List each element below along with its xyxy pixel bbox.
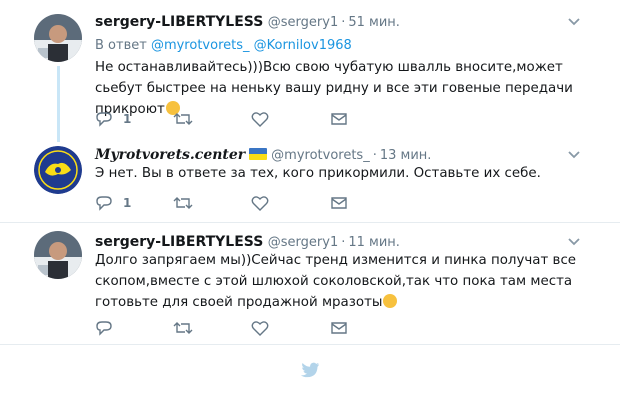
separator-dot: · [341, 235, 346, 250]
user-name[interactable]: sergery-LIBERTYLESS [95, 14, 263, 30]
divider [0, 344, 620, 345]
user-handle[interactable]: @myrotvorets_ [271, 148, 370, 163]
divider [0, 222, 620, 223]
avatar-photo [34, 231, 82, 279]
like-button[interactable] [251, 194, 269, 212]
timestamp[interactable]: 11 мин. [348, 235, 400, 250]
like-button[interactable] [251, 110, 269, 128]
chevron-down-icon[interactable] [567, 15, 581, 29]
retweet-button[interactable] [173, 194, 193, 212]
retweet-icon [173, 197, 193, 209]
retweet-icon [173, 322, 193, 334]
dm-icon[interactable] [330, 320, 348, 336]
chevron-down-icon[interactable] [567, 148, 581, 162]
reply-context: В ответ @myrotvorets_ @Kornilov1968 [95, 38, 352, 53]
twitter-bird-icon [300, 362, 320, 378]
reply-count: 1 [123, 112, 132, 126]
reply-icon [96, 196, 112, 211]
reply-prefix: В ответ [95, 38, 147, 53]
reply-button[interactable]: 1 [95, 110, 131, 128]
tweet-2[interactable]: Myrotvorets.center @myrotvorets_ · 13 мин. … [0, 140, 620, 228]
user-handle[interactable]: @sergery1 [268, 15, 338, 30]
reply-button[interactable] [95, 319, 113, 337]
avatar[interactable] [34, 14, 82, 62]
avatar[interactable] [34, 146, 82, 194]
like-button[interactable] [251, 319, 269, 337]
reply-button[interactable]: 1 [95, 194, 131, 212]
user-name[interactable]: Myrotvorets.center [95, 147, 245, 163]
tweet-1[interactable]: sergery-LIBERTYLESS @sergery1 · 51 мин. В … [0, 0, 620, 142]
like-icon [251, 112, 269, 127]
separator-dot: · [372, 148, 377, 163]
avatar[interactable] [34, 231, 82, 279]
reply-icon [96, 112, 112, 127]
tweet-text: Долго запрягаем мы))Сейчас тренд изменит… [95, 250, 595, 313]
reply-count: 1 [123, 196, 132, 210]
mention-link[interactable]: @Kornilov1968 [254, 38, 352, 53]
thread-line [57, 66, 60, 142]
retweet-button[interactable] [173, 110, 193, 128]
tweet-text-body: Долго запрягаем мы))Сейчас тренд изменит… [95, 253, 577, 310]
dm-icon[interactable] [330, 111, 348, 127]
timestamp[interactable]: 13 мин. [380, 148, 432, 163]
like-icon [251, 321, 269, 336]
ukraine-flag-icon [249, 148, 268, 160]
mention-link[interactable]: @myrotvorets_ [151, 38, 250, 53]
separator-dot: · [341, 15, 346, 30]
timestamp[interactable]: 51 мин. [348, 15, 400, 30]
like-icon [251, 196, 269, 211]
myrotvorets-logo-icon [34, 146, 82, 194]
retweet-button[interactable] [173, 319, 193, 337]
ok-hand-emoji-icon [383, 294, 398, 308]
tweet-text: Э нет. Вы в ответе за тех, кого прикорми… [95, 166, 541, 181]
retweet-icon [173, 113, 193, 125]
tweet-3[interactable]: sergery-LIBERTYLESS @sergery1 · 11 мин. До… [0, 224, 620, 344]
user-name[interactable]: sergery-LIBERTYLESS [95, 234, 263, 250]
dm-icon[interactable] [330, 195, 348, 211]
avatar-photo [34, 14, 82, 62]
reply-icon [96, 321, 112, 336]
user-handle[interactable]: @sergery1 [268, 235, 338, 250]
chevron-down-icon[interactable] [567, 235, 581, 249]
